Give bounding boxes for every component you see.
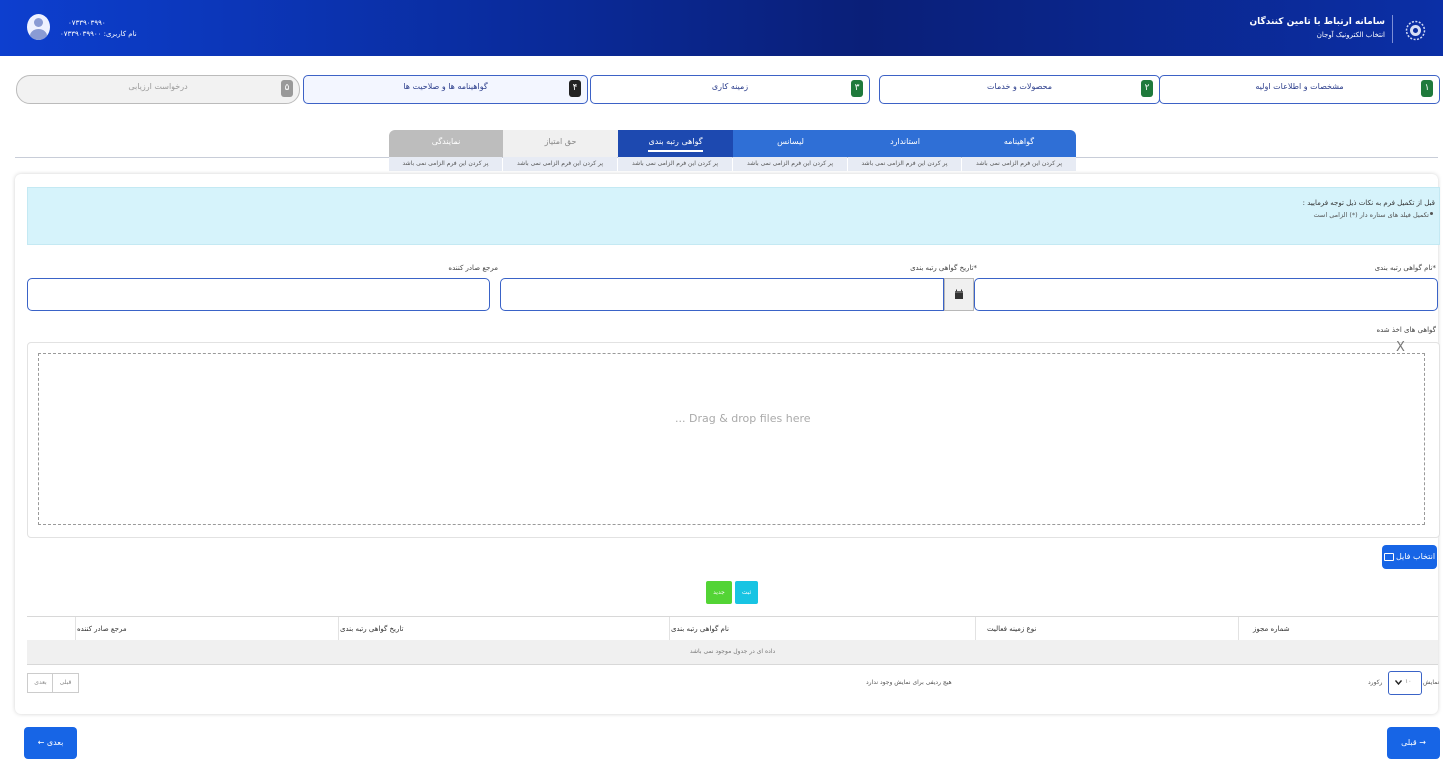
new-button[interactable]: جدید xyxy=(706,581,732,604)
step-label: محصولات و خدمات xyxy=(987,82,1052,91)
system-subtitle: انتخاب الکترونیک آوجان xyxy=(1316,31,1385,39)
bullet-dot xyxy=(1430,212,1433,215)
next-button[interactable]: ← بعدی xyxy=(24,727,77,759)
column-header[interactable]: تاریخ گواهی رتبه بندی xyxy=(340,625,403,633)
empty-table-message: داده ای در جدول موجود نمی باشد xyxy=(689,648,776,655)
tab-hint: پر کردن این فرم الزامی نمی باشد xyxy=(733,157,847,171)
alert-title: قبل از تکمیل فرم به نکات ذیل توجه فرمایی… xyxy=(1302,199,1435,207)
pagination-next[interactable]: بعدی xyxy=(27,673,54,693)
organization-logo-icon xyxy=(1405,20,1426,41)
previous-button[interactable]: قبلی → xyxy=(1387,727,1440,759)
tab-standard[interactable]: استاندارد xyxy=(848,130,962,157)
drop-hint: ... Drag & drop files here xyxy=(675,412,811,425)
show-label: نمایش xyxy=(1423,679,1440,686)
tab-agency[interactable]: نمایندگی xyxy=(389,130,503,157)
page-size-value: ۱۰ xyxy=(1405,678,1412,685)
folder-icon xyxy=(1383,552,1394,561)
files-label: گواهی های اخذ شده xyxy=(1376,326,1436,334)
user-phone: ۰۷۳۳۹۰۳۹۹۰ xyxy=(68,19,106,27)
calendar-button[interactable] xyxy=(944,278,974,311)
cert-date-label: *تاریخ گواهی رتبه بندی xyxy=(910,264,977,272)
pagination-prev[interactable]: قبلی xyxy=(52,673,79,693)
tab-royalty[interactable]: حق امتیاز xyxy=(503,130,618,157)
step-label: درخواست ارزیابی xyxy=(128,82,188,91)
calendar-icon xyxy=(955,289,963,299)
tab-hint: پر کردن این فرم الزامی نمی باشد xyxy=(962,157,1076,171)
arrow-left-icon: ← xyxy=(37,738,45,747)
step-certificates[interactable]: ۴ گواهینامه ها و صلاحیت ها xyxy=(303,75,588,104)
step-label: مشخصات و اطلاعات اولیه xyxy=(1255,82,1344,91)
user-name: نام کاربری: ۰۷۳۳۹۰۳۹۹۰۰ xyxy=(60,30,137,38)
table-info: هیچ ردیفی برای نمایش وجود ندارد xyxy=(866,679,952,686)
tab-rating-certificate[interactable]: گواهی رتبه بندی xyxy=(618,130,733,157)
header-divider xyxy=(1392,15,1393,43)
step-label: زمینه کاری xyxy=(711,82,749,91)
tab-hint: پر کردن این فرم الزامی نمی باشد xyxy=(618,157,732,171)
chevron-down-icon xyxy=(1395,680,1402,685)
tab-hint: پر کردن این فرم الزامی نمی باشد xyxy=(503,157,617,171)
tab-license[interactable]: لیسانس xyxy=(733,130,848,157)
step-evaluation-request: ۵ درخواست ارزیابی xyxy=(16,75,300,104)
next-button-label: بعدی xyxy=(46,738,64,747)
previous-button-label: قبلی xyxy=(1401,738,1417,747)
cert-name-input[interactable] xyxy=(974,278,1438,311)
info-alert xyxy=(27,187,1440,245)
table-row: داده ای در جدول موجود نمی باشد xyxy=(27,640,1438,665)
step-basic-info[interactable]: ۱ مشخصات و اطلاعات اولیه xyxy=(1159,75,1440,104)
tab-hint: پر کردن این فرم الزامی نمی باشد xyxy=(389,157,502,171)
table-header: شماره مجوز نوع زمینه فعالیت نام گواهی رت… xyxy=(27,616,1438,642)
drop-area[interactable] xyxy=(38,353,1425,525)
page-size-select[interactable]: ۱۰ xyxy=(1388,671,1422,695)
cert-name-label: *نام گواهی رتبه بندی xyxy=(1374,264,1436,272)
issuer-input[interactable] xyxy=(27,278,490,311)
user-avatar[interactable] xyxy=(27,14,50,40)
column-header[interactable]: نوع زمینه فعالیت xyxy=(987,625,1036,633)
select-file-label: انتخاب فایل xyxy=(1395,552,1436,561)
select-file-button[interactable]: انتخاب فایل xyxy=(1382,545,1437,569)
column-header[interactable]: مرجع صادر کننده xyxy=(77,625,127,633)
certificate-tabs: گواهینامه استاندارد لیسانس گواهی رتبه بن… xyxy=(389,130,1076,157)
system-title: سامانه ارتباط با تامین کنندگان xyxy=(1249,17,1385,27)
top-header xyxy=(0,0,1443,56)
close-icon[interactable]: X xyxy=(1396,340,1405,355)
tab-certificate[interactable]: گواهینامه xyxy=(962,130,1076,157)
step-work-field[interactable]: ۳ زمینه کاری xyxy=(590,75,870,104)
save-button[interactable]: ثبت xyxy=(735,581,758,604)
arrow-right-icon: → xyxy=(1419,738,1426,747)
column-header[interactable]: شماره مجوز xyxy=(1253,625,1290,633)
column-header[interactable]: نام گواهی رتبه بندی xyxy=(671,625,729,633)
cert-date-input[interactable] xyxy=(500,278,944,311)
issuer-label: مرجع صادر کننده xyxy=(448,264,498,272)
step-products-services[interactable]: ۲ محصولات و خدمات xyxy=(879,75,1160,104)
step-label: گواهینامه ها و صلاحیت ها xyxy=(403,82,488,91)
alert-bullet: تکمیل فیلد های ستاره دار (*) الزامی است xyxy=(1313,211,1429,219)
records-label: رکورد xyxy=(1368,679,1383,686)
tab-hint: پر کردن این فرم الزامی نمی باشد xyxy=(848,157,961,171)
